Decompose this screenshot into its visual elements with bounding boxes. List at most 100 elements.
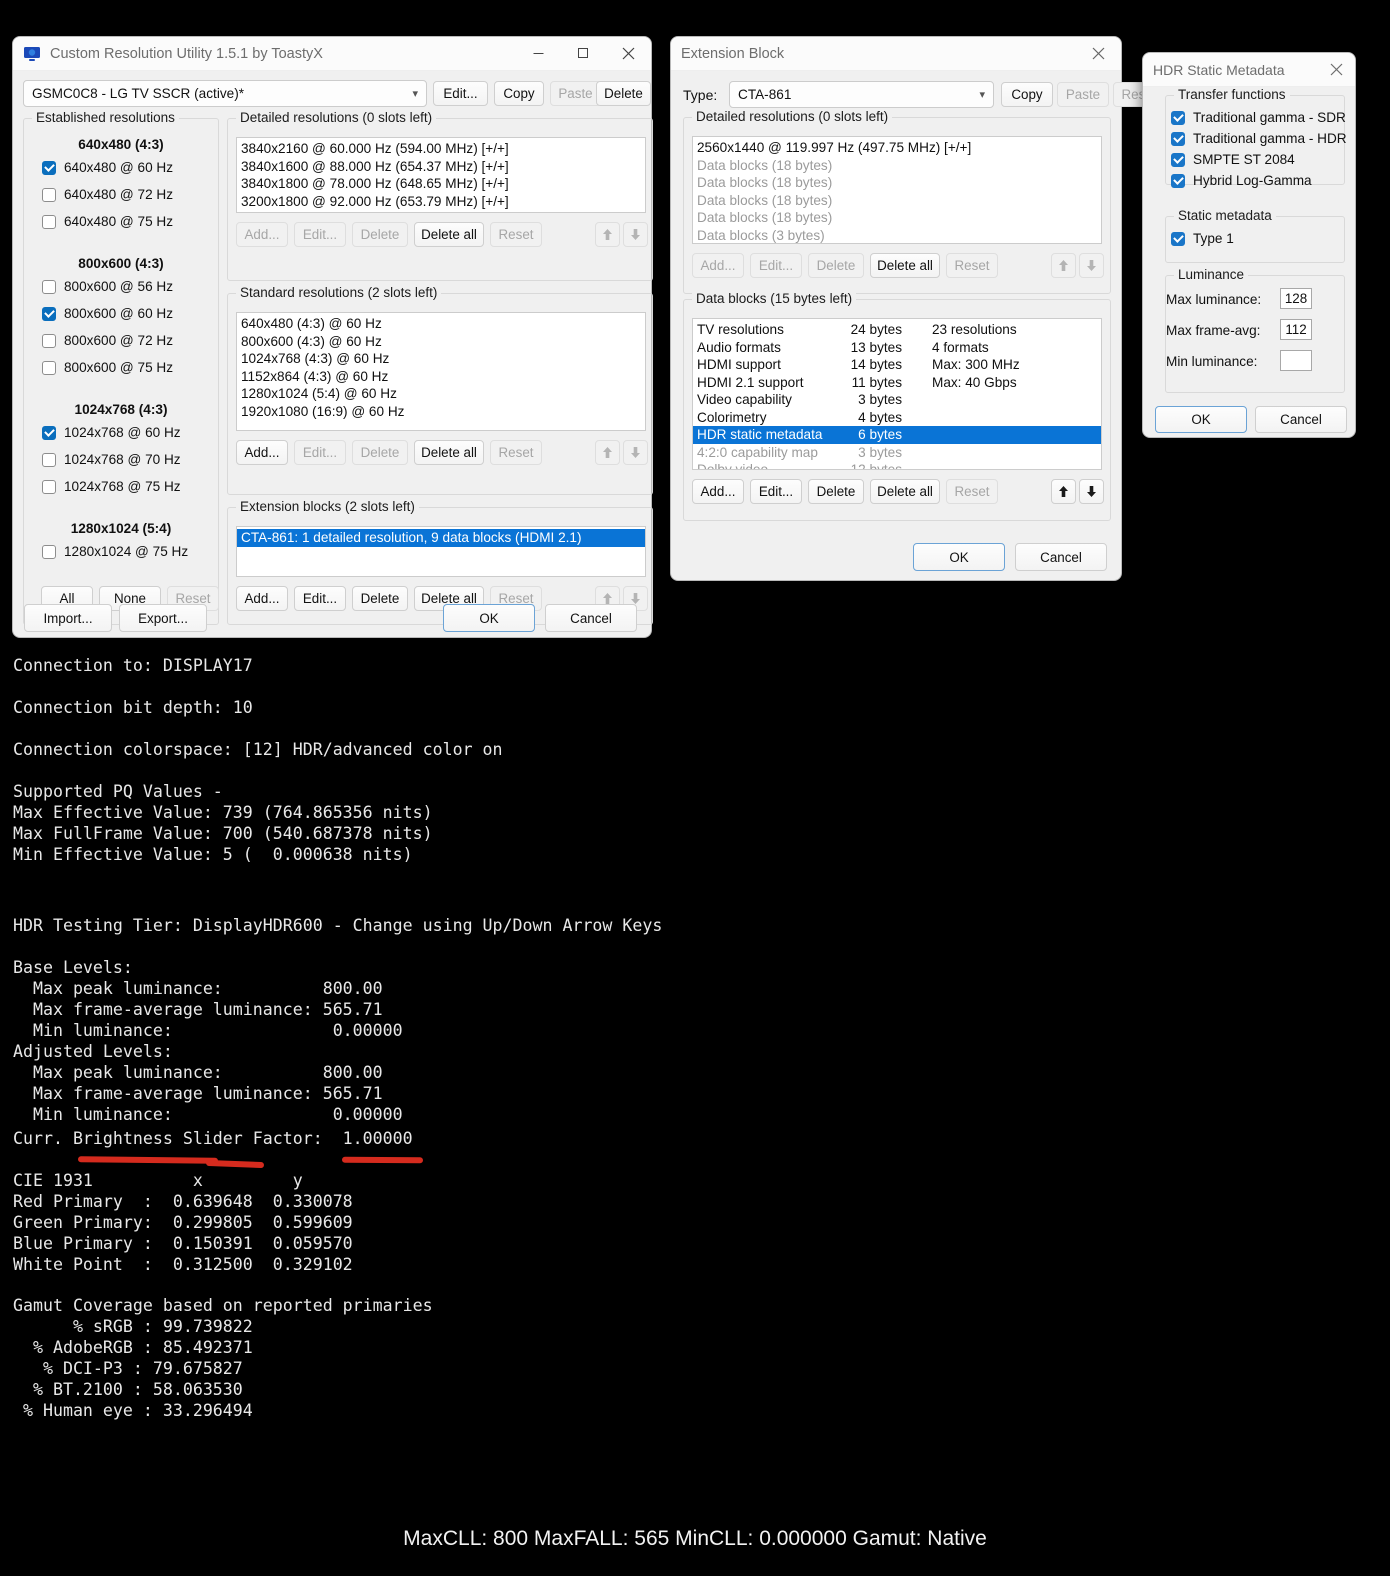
standard-resolutions-list[interactable]: 640x480 (4:3) @ 60 Hz 800x600 (4:3) @ 60… [236,312,646,431]
extblocks-edit-button[interactable]: Edit... [294,586,346,611]
checkbox-1024x768-60[interactable]: 1024x768 @ 60 Hz [42,425,181,440]
list-item[interactable]: 3840x1600 @ 88.000 Hz (654.37 MHz) [+/+] [237,158,645,176]
checkbox-icon [42,360,56,375]
list-item[interactable]: Data blocks (18 bytes) [693,157,1101,175]
data-blocks-list[interactable]: TV resolutions 24 bytes 23 resolutions Aud… [692,318,1102,470]
list-item[interactable]: Data blocks (18 bytes) [693,174,1101,192]
arrow-up-icon [602,446,613,459]
copy-profile-button[interactable]: Copy [494,81,544,106]
checkbox-label: 1024x768 @ 75 Hz [64,479,181,494]
checkbox-traditional-gamma-hdr[interactable]: Traditional gamma - HDR [1171,131,1347,146]
list-item[interactable]: Data blocks (18 bytes) [693,192,1101,210]
minimize-button[interactable] [516,37,561,70]
group-heading-1280x1024: 1280x1024 (5:4) [70,521,172,536]
checkbox-800x600-60[interactable]: 800x600 @ 60 Hz [42,306,173,321]
checkbox-1280x1024-75[interactable]: 1280x1024 @ 75 Hz [42,544,188,559]
datablocks-add-button[interactable]: Add... [692,479,744,504]
checkbox-traditional-gamma-sdr[interactable]: Traditional gamma - SDR [1171,110,1346,125]
table-row[interactable]: Audio formats 13 bytes 4 formats [693,339,1101,357]
list-item[interactable]: 1280x1024 (5:4) @ 60 Hz [237,385,645,403]
checkbox-type-1[interactable]: Type 1 [1171,231,1234,246]
block-name: Video capability [697,392,792,407]
display-select[interactable]: GSMC0C8 - LG TV SSCR (active)* ▾ [23,80,427,107]
table-row-selected[interactable]: HDR static metadata 6 bytes [693,426,1101,444]
table-row[interactable]: Video capability 3 bytes [693,391,1101,409]
datablocks-move-down-button[interactable] [1079,479,1104,504]
max-luminance-input[interactable]: 128 [1280,288,1312,309]
group-heading-1024x768: 1024x768 (4:3) [74,402,168,417]
console-block-brightness-factor: Curr. Brightness Slider Factor: 1.00000 [13,1129,413,1148]
checkbox-smpte-st-2084[interactable]: SMPTE ST 2084 [1171,152,1295,167]
maximize-button[interactable] [561,37,606,70]
extblocks-add-button[interactable]: Add... [236,586,288,611]
list-item[interactable]: 640x480 (4:3) @ 60 Hz [237,315,645,333]
cancel-button[interactable]: Cancel [545,604,637,632]
extblocks-delete-button[interactable]: Delete [352,586,408,611]
list-item[interactable]: 3840x2160 @ 60.000 Hz (594.00 MHz) [+/+] [237,140,645,158]
list-item[interactable]: 1024x768 (4:3) @ 60 Hz [237,350,645,368]
table-row[interactable]: 4:2:0 capability map 3 bytes [693,444,1101,462]
block-size: 11 bytes [851,374,902,390]
max-frame-avg-input[interactable]: 112 [1280,319,1312,340]
min-luminance-input[interactable] [1280,350,1312,371]
extension-blocks-list[interactable]: CTA-861: 1 detailed resolution, 9 data b… [236,526,646,577]
delete-profile-button[interactable]: Delete [596,81,651,106]
standard-add-button[interactable]: Add... [236,440,288,465]
close-icon[interactable] [1076,37,1121,70]
arrow-down-icon [1086,259,1097,272]
table-row[interactable]: HDMI support 14 bytes Max: 300 MHz [693,356,1101,374]
custom-resolution-utility-window: Custom Resolution Utility 1.5.1 by Toast… [12,36,653,638]
close-button[interactable] [606,37,651,70]
extblock-detailed-delete-all-button[interactable]: Delete all [870,253,940,278]
detailed-delete-all-button[interactable]: Delete all [414,222,484,247]
checkbox-icon [42,306,56,321]
import-button[interactable]: Import... [24,604,112,632]
extblock-copy-button[interactable]: Copy [1001,82,1053,107]
list-item[interactable]: 2560x1440 @ 119.997 Hz (497.75 MHz) [+/+… [693,139,1101,157]
extblock-cancel-button[interactable]: Cancel [1015,543,1107,571]
checkbox-800x600-75[interactable]: 800x600 @ 75 Hz [42,360,173,375]
standard-move-down-button [623,440,648,465]
table-row[interactable]: HDMI 2.1 support 11 bytes Max: 40 Gbps [693,374,1101,392]
table-row[interactable]: Dolby video 12 bytes [693,461,1101,469]
hdrmeta-cancel-button[interactable]: Cancel [1255,406,1347,433]
detailed-resolutions-list[interactable]: 3840x2160 @ 60.000 Hz (594.00 MHz) [+/+]… [236,137,646,213]
list-item[interactable]: CTA-861: 1 detailed resolution, 9 data b… [237,529,645,547]
table-row[interactable]: TV resolutions 24 bytes 23 resolutions [693,321,1101,339]
checkbox-label: Hybrid Log-Gamma [1193,173,1312,188]
list-item[interactable]: Data blocks (18 bytes) [693,209,1101,227]
checkbox-1024x768-70[interactable]: 1024x768 @ 70 Hz [42,452,181,467]
extblock-ok-button[interactable]: OK [913,543,1005,571]
checkbox-1024x768-75[interactable]: 1024x768 @ 75 Hz [42,479,181,494]
arrow-up-icon [1058,259,1069,272]
datablocks-delete-button[interactable]: Delete [808,479,864,504]
extblock-type-select[interactable]: CTA-861 ▾ [729,81,994,108]
checkbox-800x600-56[interactable]: 800x600 @ 56 Hz [42,279,173,294]
list-item[interactable]: 1152x864 (4:3) @ 60 Hz [237,368,645,386]
datablocks-move-up-button[interactable] [1051,479,1076,504]
extblock-detailed-list[interactable]: 2560x1440 @ 119.997 Hz (497.75 MHz) [+/+… [692,136,1102,244]
datablocks-delete-all-button[interactable]: Delete all [870,479,940,504]
ok-button[interactable]: OK [443,604,535,632]
close-icon[interactable] [1317,53,1355,86]
checkbox-800x600-72[interactable]: 800x600 @ 72 Hz [42,333,173,348]
hdrmeta-ok-button[interactable]: OK [1155,406,1247,433]
list-item[interactable]: 800x600 (4:3) @ 60 Hz [237,333,645,351]
export-button[interactable]: Export... [119,604,207,632]
checkbox-640x480-60[interactable]: 640x480 @ 60 Hz [42,160,173,175]
checkbox-640x480-75[interactable]: 640x480 @ 75 Hz [42,214,173,229]
edit-profile-button[interactable]: Edit... [433,81,488,106]
datablocks-edit-button[interactable]: Edit... [750,479,802,504]
list-item[interactable]: 3840x1800 @ 78.000 Hz (648.65 MHz) [+/+] [237,175,645,193]
table-row[interactable]: Colorimetry 4 bytes [693,409,1101,427]
list-item[interactable]: 3200x1800 @ 92.000 Hz (653.79 MHz) [+/+] [237,193,645,211]
checkbox-label: 800x600 @ 75 Hz [64,360,174,375]
checkbox-icon [42,452,56,467]
checkbox-hybrid-log-gamma[interactable]: Hybrid Log-Gamma [1171,173,1312,188]
block-size: 13 bytes [850,339,902,355]
checkbox-640x480-72[interactable]: 640x480 @ 72 Hz [42,187,173,202]
list-item[interactable]: 1920x1080 (16:9) @ 60 Hz [237,403,645,421]
standard-delete-all-button[interactable]: Delete all [414,440,484,465]
detailed-resolutions-group: Detailed resolutions (0 slots left) 3840… [227,110,653,281]
list-item[interactable]: Data blocks (3 bytes) [693,227,1101,244]
